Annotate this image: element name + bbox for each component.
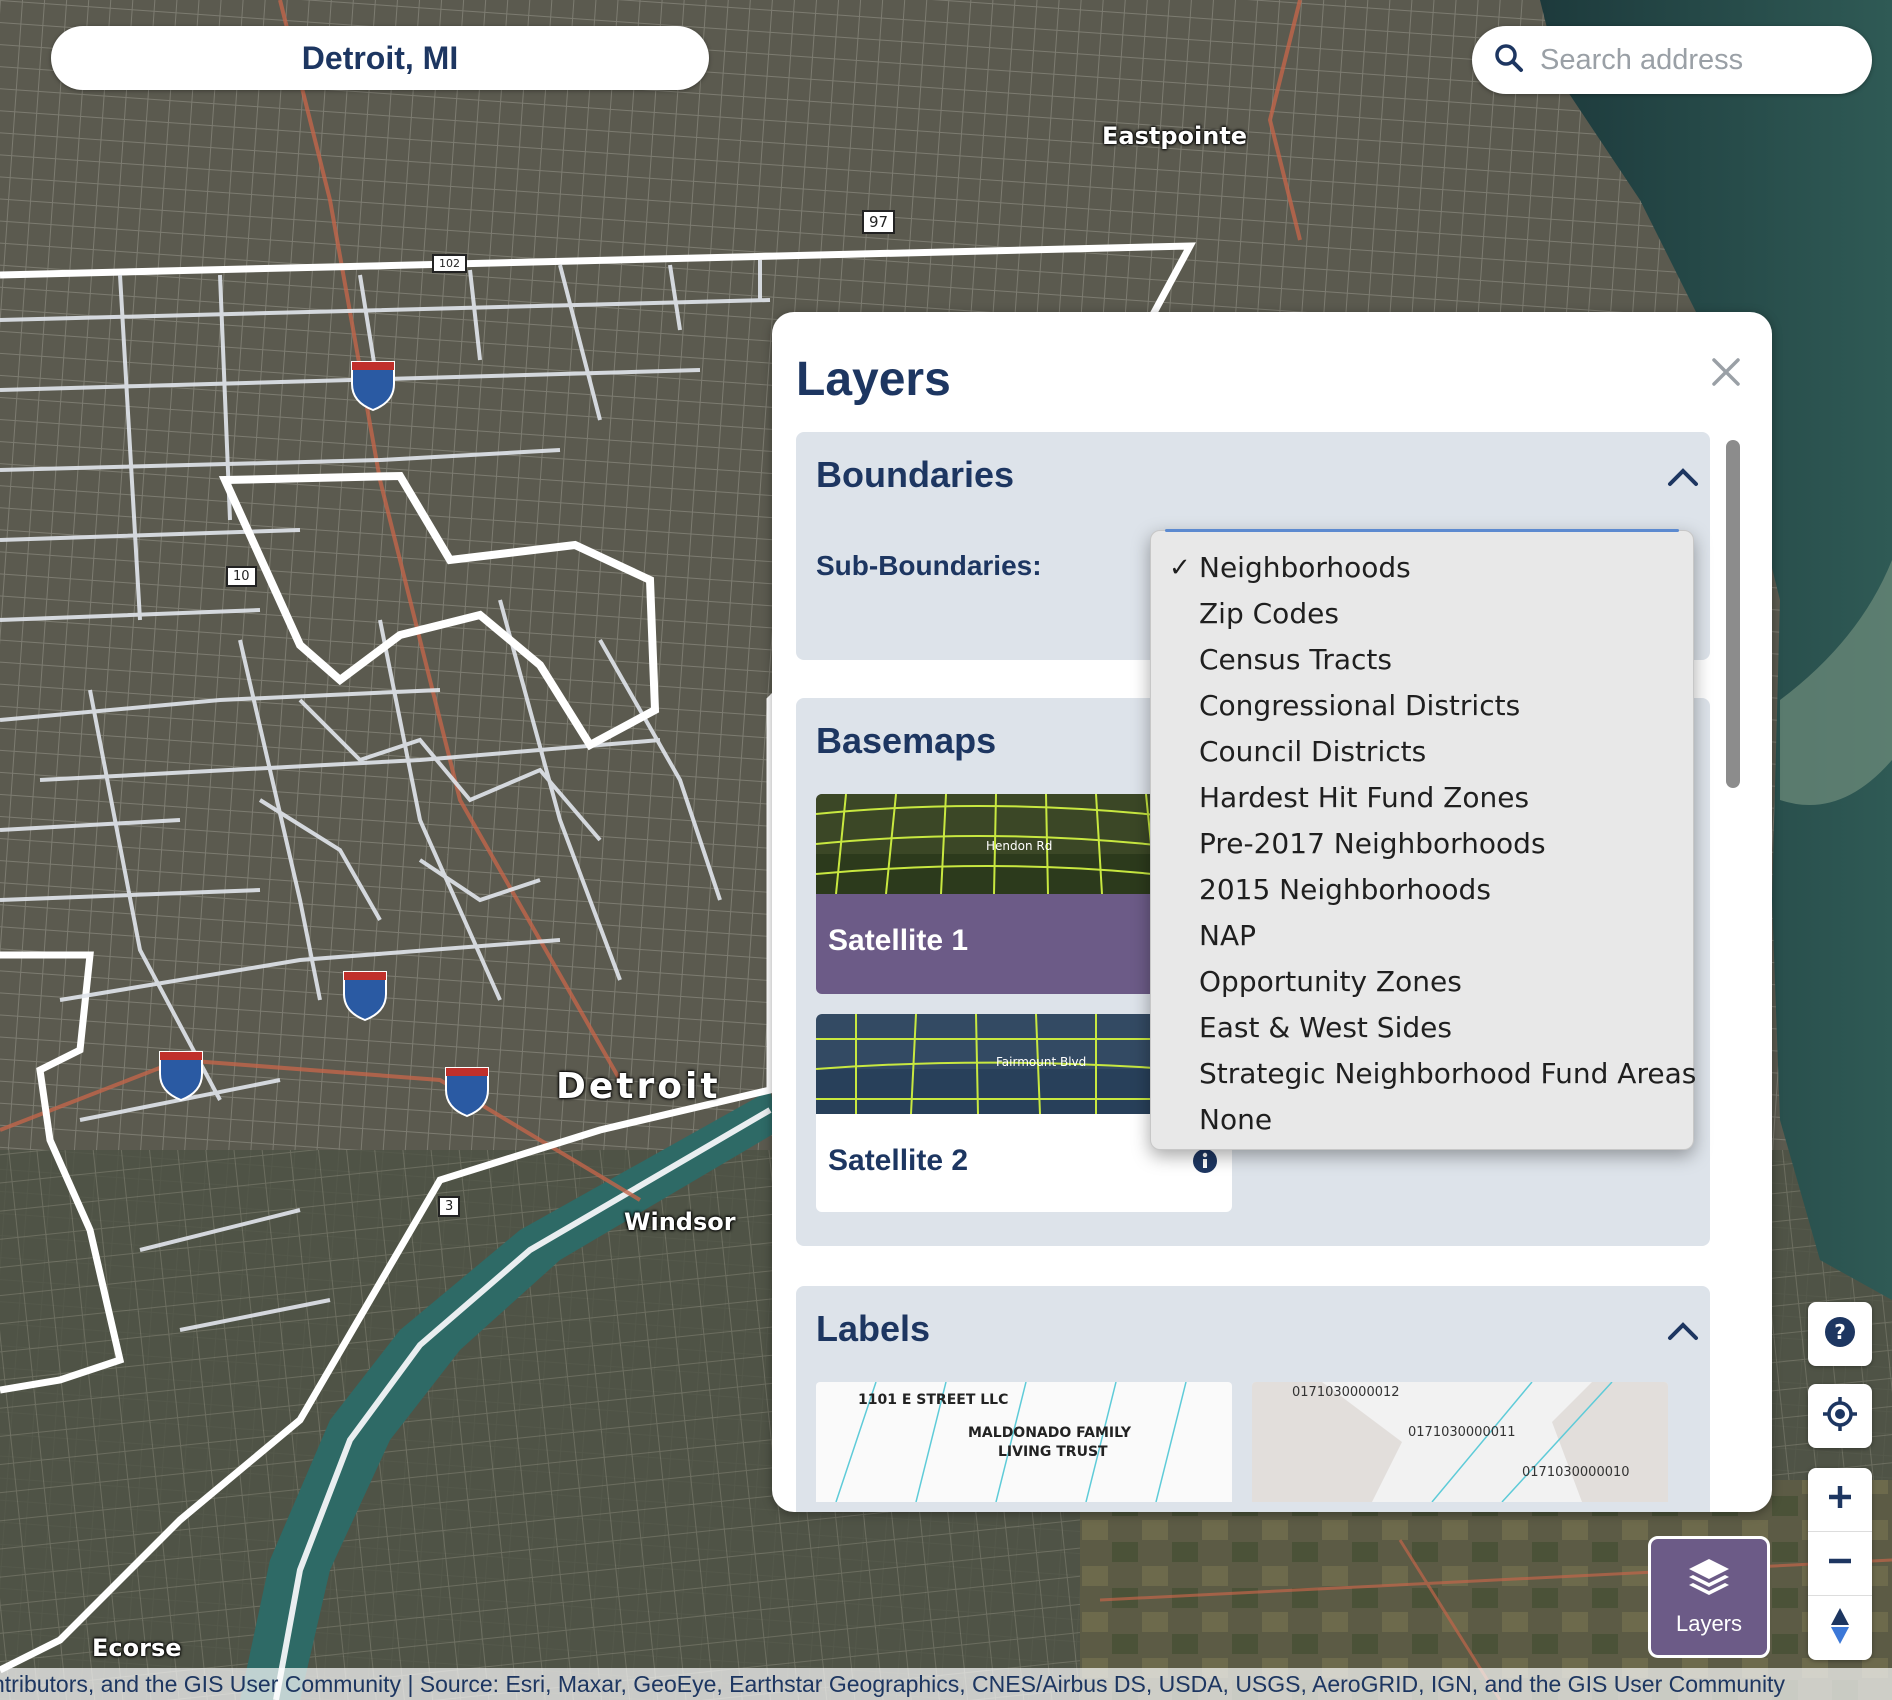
- plus-icon: [1827, 1484, 1853, 1515]
- parcel-labels-thumbnail: 0171030000012 0171030000011 017103000001…: [1252, 1382, 1668, 1502]
- route-shield-97: 97: [862, 210, 896, 234]
- attribution-text: ntributors, and the GIS User Community |…: [0, 1671, 1785, 1697]
- dropdown-option-nap[interactable]: NAP: [1151, 913, 1693, 959]
- dropdown-option-label: Pre-2017 Neighborhoods: [1199, 827, 1546, 860]
- place-label-eastpointe: Eastpointe: [1102, 122, 1248, 150]
- dropdown-option-label: Council Districts: [1199, 735, 1427, 768]
- place-label-detroit: Detroit: [556, 1066, 721, 1107]
- dropdown-option-council-districts[interactable]: Council Districts: [1151, 729, 1693, 775]
- satellite-2-street-label: Fairmount Blvd: [996, 1055, 1086, 1069]
- search-icon: [1494, 43, 1524, 78]
- parcel-label-1: 0171030000012: [1292, 1385, 1400, 1400]
- panel-title: Layers: [796, 353, 951, 406]
- minus-icon: [1827, 1548, 1853, 1579]
- owner-label-2: MALDONADO FAMILY: [968, 1425, 1132, 1441]
- dropdown-option-label: Zip Codes: [1199, 597, 1339, 630]
- route-shield-3: 3: [438, 1196, 461, 1217]
- parcel-label-2: 0171030000011: [1408, 1425, 1516, 1440]
- labels-card-parcels[interactable]: 0171030000012 0171030000011 017103000001…: [1252, 1382, 1668, 1502]
- place-label-ecorse: Ecorse: [92, 1634, 182, 1662]
- route-shield-10: 10: [226, 566, 257, 587]
- route-shield-102: 102: [432, 254, 467, 273]
- layers-icon: [1687, 1557, 1731, 1603]
- owner-label-3: LIVING TRUST: [998, 1444, 1108, 1460]
- labels-card-owners[interactable]: 1101 E STREET LLC MALDONADO FAMILY LIVIN…: [816, 1382, 1232, 1502]
- svg-text:?: ?: [1834, 1320, 1846, 1344]
- labels-title: Labels: [816, 1308, 931, 1349]
- checkmark-icon: ✓: [1169, 553, 1191, 583]
- dropdown-option-label: 2015 Neighborhoods: [1199, 873, 1491, 906]
- dropdown-option-none[interactable]: None: [1151, 1097, 1693, 1143]
- dropdown-option-census-tracts[interactable]: Census Tracts: [1151, 637, 1693, 683]
- labels-section: Labels 1101 E STREET LLC MALDONADO FAMIL…: [796, 1286, 1710, 1512]
- dropdown-option-label: Strategic Neighborhood Fund Areas: [1199, 1057, 1697, 1090]
- chevron-up-icon[interactable]: [1666, 1320, 1700, 1342]
- dropdown-option-zip-codes[interactable]: Zip Codes: [1151, 591, 1693, 637]
- zoom-out-button[interactable]: [1808, 1532, 1872, 1596]
- dropdown-option-congressional-districts[interactable]: Congressional Districts: [1151, 683, 1693, 729]
- locate-icon: [1822, 1396, 1858, 1437]
- dropdown-option-label: Congressional Districts: [1199, 689, 1521, 722]
- satellite-2-label: Satellite 2: [828, 1144, 969, 1177]
- sub-boundaries-dropdown[interactable]: ✓ Neighborhoods Zip Codes Census Tracts …: [1150, 529, 1697, 1150]
- dropdown-option-label: Neighborhoods: [1199, 551, 1411, 584]
- dropdown-option-2015-neighborhoods[interactable]: 2015 Neighborhoods: [1151, 867, 1693, 913]
- dropdown-option-pre-2017-neighborhoods[interactable]: Pre-2017 Neighborhoods: [1151, 821, 1693, 867]
- owner-label-1: 1101 E STREET LLC: [858, 1392, 1008, 1408]
- satellite-1-label: Satellite 1: [828, 924, 969, 957]
- locate-button[interactable]: [1808, 1384, 1872, 1448]
- satellite-1-street-label: Hendon Rd: [986, 839, 1052, 853]
- chevron-up-icon[interactable]: [1666, 466, 1700, 488]
- zoom-control-group: [1808, 1468, 1872, 1660]
- dropdown-option-east-west-sides[interactable]: East & West Sides: [1151, 1005, 1693, 1051]
- map-attribution: ntributors, and the GIS User Community |…: [0, 1668, 1892, 1700]
- owner-labels-thumbnail: 1101 E STREET LLC MALDONADO FAMILY LIVIN…: [816, 1382, 1232, 1502]
- boundaries-title: Boundaries: [816, 454, 1015, 495]
- zoom-in-button[interactable]: [1808, 1468, 1872, 1532]
- dropdown-option-hardest-hit-fund-zones[interactable]: Hardest Hit Fund Zones: [1151, 775, 1693, 821]
- search-bar[interactable]: [1472, 26, 1872, 94]
- basemaps-title: Basemaps: [816, 720, 997, 761]
- dropdown-option-label: Census Tracts: [1199, 643, 1392, 676]
- layers-toggle-button[interactable]: Layers: [1648, 1536, 1770, 1658]
- search-input[interactable]: [1540, 43, 1860, 77]
- layers-button-label: Layers: [1675, 1611, 1743, 1636]
- place-label-windsor: Windsor: [624, 1208, 736, 1236]
- parcel-label-3: 0171030000010: [1522, 1465, 1630, 1480]
- panel-scrollbar[interactable]: [1726, 440, 1740, 788]
- info-icon[interactable]: [1192, 1148, 1218, 1179]
- dropdown-option-strategic-neighborhood-fund-areas[interactable]: Strategic Neighborhood Fund Areas: [1151, 1051, 1697, 1097]
- sub-boundaries-label: Sub-Boundaries:: [816, 550, 1042, 581]
- dropdown-option-label: Hardest Hit Fund Zones: [1199, 781, 1530, 814]
- help-button[interactable]: ?: [1808, 1302, 1872, 1366]
- dropdown-focus-accent: [1165, 529, 1679, 532]
- dropdown-option-neighborhoods[interactable]: ✓ Neighborhoods: [1151, 545, 1693, 591]
- dropdown-option-label: None: [1199, 1103, 1273, 1136]
- compass-icon: [1829, 1606, 1851, 1651]
- dropdown-option-label: NAP: [1199, 919, 1256, 952]
- compass-button[interactable]: [1808, 1596, 1872, 1660]
- dropdown-option-label: Opportunity Zones: [1199, 965, 1462, 998]
- help-icon: ?: [1824, 1316, 1856, 1353]
- location-title-text: Detroit, MI: [301, 39, 459, 76]
- location-title: Detroit, MI: [51, 26, 709, 90]
- close-icon[interactable]: [1708, 354, 1744, 390]
- dropdown-option-opportunity-zones[interactable]: Opportunity Zones: [1151, 959, 1693, 1005]
- dropdown-option-label: East & West Sides: [1199, 1011, 1452, 1044]
